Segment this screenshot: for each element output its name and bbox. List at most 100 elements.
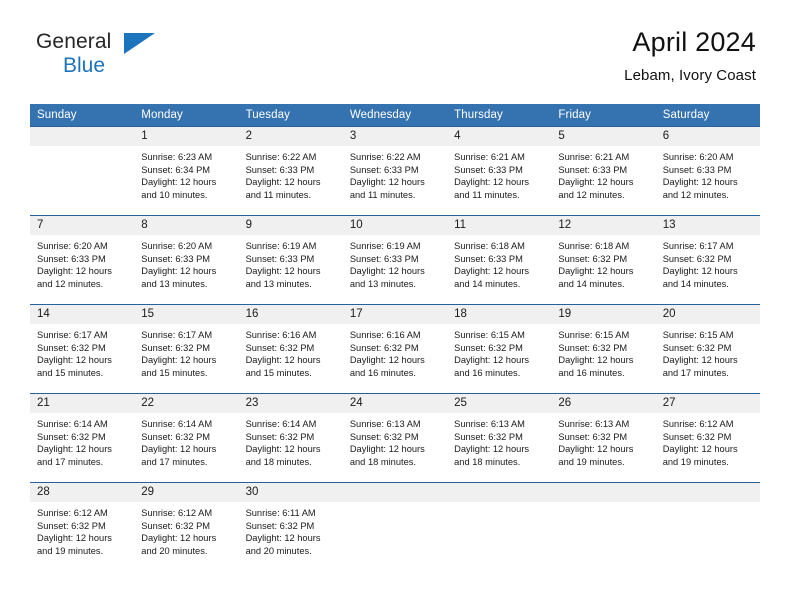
daylight-duration-line1: Daylight: 12 hours — [558, 266, 634, 277]
sunset-time: Sunset: 6:32 PM — [662, 431, 732, 442]
calendar-day-cell[interactable]: 27 Sunrise: 6:12 AM Sunset: 6:32 PM Dayligh… — [655, 393, 760, 483]
sunset-time: Sunset: 6:32 PM — [141, 520, 211, 531]
calendar-day-cell[interactable]: 26 Sunrise: 6:13 AM Sunset: 6:32 PM Dayligh… — [551, 393, 656, 483]
calendar-day-cell[interactable]: 29 Sunrise: 6:12 AM Sunset: 6:32 PM Dayligh… — [134, 482, 239, 572]
daylight-duration-line2: and 18 minutes. — [245, 456, 312, 467]
sunset-time: Sunset: 6:33 PM — [37, 253, 106, 264]
day-number — [342, 483, 448, 502]
general-blue-logo[interactable]: General Blue — [36, 31, 236, 85]
calendar-day-cell[interactable]: 24 Sunrise: 6:13 AM Sunset: 6:32 PM Dayligh… — [342, 393, 448, 483]
sunset-time: Sunset: 6:32 PM — [558, 253, 628, 264]
calendar-day-cell[interactable]: 13 Sunrise: 6:17 AM Sunset: 6:32 PM Dayligh… — [655, 215, 760, 305]
daylight-duration-line2: and 19 minutes. — [558, 456, 625, 467]
calendar-day-cell[interactable]: 7 Sunrise: 6:20 AM Sunset: 6:33 PM Daylight… — [30, 215, 135, 305]
daylight-duration-line2: and 15 minutes. — [141, 367, 208, 378]
calendar-day-cell[interactable]: 4 Sunrise: 6:21 AM Sunset: 6:33 PM Daylight… — [447, 126, 552, 216]
calendar-day-cell[interactable]: 30 Sunrise: 6:11 AM Sunset: 6:32 PM Dayligh… — [238, 482, 343, 572]
calendar-day-cell[interactable]: 23 Sunrise: 6:14 AM Sunset: 6:32 PM Dayligh… — [238, 393, 343, 483]
daylight-duration-line1: Daylight: 12 hours — [349, 177, 425, 188]
sunset-time: Sunset: 6:32 PM — [141, 342, 211, 353]
calendar-header-row: Sunday Monday Tuesday Wednesday Thursday Frid… — [30, 104, 760, 127]
daylight-duration-line1: Daylight: 12 hours — [558, 177, 634, 188]
daylight-duration-line1: Daylight: 12 hours — [141, 355, 217, 366]
day-number: 21 — [30, 394, 135, 413]
sunrise-time: Sunrise: 6:12 AM — [37, 508, 108, 518]
sunset-time: Sunset: 6:32 PM — [349, 342, 419, 353]
calendar-day-cell[interactable]: 21 Sunrise: 6:14 AM Sunset: 6:32 PM Dayligh… — [30, 393, 135, 483]
calendar-day-cell[interactable]: 18 Sunrise: 6:15 AM Sunset: 6:32 PM Dayligh… — [447, 304, 552, 394]
sunrise-time: Sunrise: 6:21 AM — [558, 152, 630, 162]
sunset-time: Sunset: 6:32 PM — [141, 431, 211, 442]
day-details: Sunrise: 6:13 AM Sunset: 6:32 PM Daylight:… — [551, 413, 655, 468]
day-number: 2 — [238, 127, 343, 146]
sunset-time: Sunset: 6:32 PM — [37, 431, 106, 442]
calendar-day-cell[interactable]: 28 Sunrise: 6:12 AM Sunset: 6:32 PM Dayligh… — [30, 482, 135, 572]
weekday-header-monday: Monday — [134, 104, 239, 127]
calendar-day-cell[interactable]: 9 Sunrise: 6:19 AM Sunset: 6:33 PM Daylight… — [238, 215, 343, 305]
day-number: 16 — [238, 305, 343, 324]
day-details: Sunrise: 6:12 AM Sunset: 6:32 PM Daylight:… — [30, 502, 134, 557]
calendar-day-cell[interactable]: 22 Sunrise: 6:14 AM Sunset: 6:32 PM Dayligh… — [134, 393, 239, 483]
calendar-day-cell[interactable]: 12 Sunrise: 6:18 AM Sunset: 6:32 PM Dayligh… — [551, 215, 656, 305]
daylight-duration-line2: and 15 minutes. — [37, 367, 104, 378]
daylight-duration-line2: and 12 minutes. — [37, 278, 104, 289]
calendar-day-cell[interactable]: 10 Sunrise: 6:19 AM Sunset: 6:33 PM Dayligh… — [342, 215, 448, 305]
calendar-day-cell[interactable]: 17 Sunrise: 6:16 AM Sunset: 6:32 PM Dayligh… — [342, 304, 448, 394]
sunrise-time: Sunrise: 6:14 AM — [245, 419, 317, 429]
calendar-day-cell[interactable]: 1 Sunrise: 6:23 AM Sunset: 6:34 PM Daylight… — [134, 126, 239, 216]
sunrise-sunset-calendar: Sunday Monday Tuesday Wednesday Thursday Frid… — [30, 104, 760, 572]
sunset-time: Sunset: 6:33 PM — [245, 164, 315, 175]
daylight-duration-line1: Daylight: 12 hours — [662, 355, 738, 366]
day-details: Sunrise: 6:15 AM Sunset: 6:32 PM Daylight:… — [656, 324, 760, 379]
day-details: Sunrise: 6:16 AM Sunset: 6:32 PM Daylight:… — [239, 324, 343, 379]
day-details: Sunrise: 6:17 AM Sunset: 6:32 PM Daylight:… — [134, 324, 238, 379]
daylight-duration-line2: and 13 minutes. — [245, 278, 312, 289]
calendar-day-cell[interactable]: 25 Sunrise: 6:13 AM Sunset: 6:32 PM Dayligh… — [447, 393, 552, 483]
daylight-duration-line2: and 11 minutes. — [245, 189, 312, 200]
sunrise-time: Sunrise: 6:22 AM — [349, 152, 421, 162]
daylight-duration-line1: Daylight: 12 hours — [558, 444, 634, 455]
sunset-time: Sunset: 6:32 PM — [662, 253, 732, 264]
calendar-day-cell[interactable]: 3 Sunrise: 6:22 AM Sunset: 6:33 PM Daylight… — [342, 126, 448, 216]
calendar-day-cell[interactable]: 5 Sunrise: 6:21 AM Sunset: 6:33 PM Daylight… — [551, 126, 656, 216]
sunset-time: Sunset: 6:32 PM — [37, 342, 106, 353]
day-details: Sunrise: 6:22 AM Sunset: 6:33 PM Daylight:… — [343, 146, 447, 201]
day-number — [30, 127, 135, 146]
weekday-header-friday: Friday — [551, 104, 656, 127]
day-details: Sunrise: 6:17 AM Sunset: 6:32 PM Daylight:… — [30, 324, 134, 379]
sunrise-time: Sunrise: 6:17 AM — [141, 330, 213, 340]
daylight-duration-line2: and 13 minutes. — [141, 278, 208, 289]
calendar-day-cell-empty — [30, 126, 135, 216]
daylight-duration-line1: Daylight: 12 hours — [454, 266, 530, 277]
day-details: Sunrise: 6:20 AM Sunset: 6:33 PM Daylight:… — [656, 146, 760, 201]
sunrise-time: Sunrise: 6:19 AM — [245, 241, 317, 251]
day-number: 9 — [238, 216, 343, 235]
day-details: Sunrise: 6:19 AM Sunset: 6:33 PM Daylight:… — [343, 235, 447, 290]
day-details: Sunrise: 6:12 AM Sunset: 6:32 PM Daylight:… — [656, 413, 760, 468]
calendar-day-cell[interactable]: 15 Sunrise: 6:17 AM Sunset: 6:32 PM Dayligh… — [134, 304, 239, 394]
calendar-day-cell[interactable]: 16 Sunrise: 6:16 AM Sunset: 6:32 PM Dayligh… — [238, 304, 343, 394]
daylight-duration-line2: and 16 minutes. — [558, 367, 625, 378]
weekday-header-saturday: Saturday — [655, 104, 760, 127]
sunset-time: Sunset: 6:32 PM — [558, 431, 628, 442]
calendar-day-cell[interactable]: 19 Sunrise: 6:15 AM Sunset: 6:32 PM Dayligh… — [551, 304, 656, 394]
calendar-day-cell[interactable]: 6 Sunrise: 6:20 AM Sunset: 6:33 PM Daylight… — [655, 126, 760, 216]
calendar-day-cell[interactable]: 11 Sunrise: 6:18 AM Sunset: 6:33 PM Dayligh… — [447, 215, 552, 305]
sunrise-time: Sunrise: 6:15 AM — [558, 330, 630, 340]
day-details: Sunrise: 6:19 AM Sunset: 6:33 PM Daylight:… — [239, 235, 343, 290]
sunset-time: Sunset: 6:32 PM — [245, 431, 315, 442]
day-number: 22 — [134, 394, 239, 413]
sunrise-time: Sunrise: 6:20 AM — [37, 241, 108, 251]
daylight-duration-line2: and 20 minutes. — [141, 545, 208, 556]
daylight-duration-line2: and 14 minutes. — [454, 278, 521, 289]
calendar-day-cell[interactable]: 14 Sunrise: 6:17 AM Sunset: 6:32 PM Dayligh… — [30, 304, 135, 394]
daylight-duration-line2: and 17 minutes. — [662, 367, 729, 378]
sunset-time: Sunset: 6:32 PM — [245, 520, 315, 531]
sunrise-time: Sunrise: 6:21 AM — [454, 152, 525, 162]
calendar-day-cell[interactable]: 20 Sunrise: 6:15 AM Sunset: 6:32 PM Dayligh… — [655, 304, 760, 394]
daylight-duration-line2: and 18 minutes. — [454, 456, 521, 467]
calendar-day-cell[interactable]: 8 Sunrise: 6:20 AM Sunset: 6:33 PM Daylight… — [134, 215, 239, 305]
sunrise-time: Sunrise: 6:23 AM — [141, 152, 213, 162]
calendar-day-cell[interactable]: 2 Sunrise: 6:22 AM Sunset: 6:33 PM Daylight… — [238, 126, 343, 216]
daylight-duration-line1: Daylight: 12 hours — [454, 177, 530, 188]
